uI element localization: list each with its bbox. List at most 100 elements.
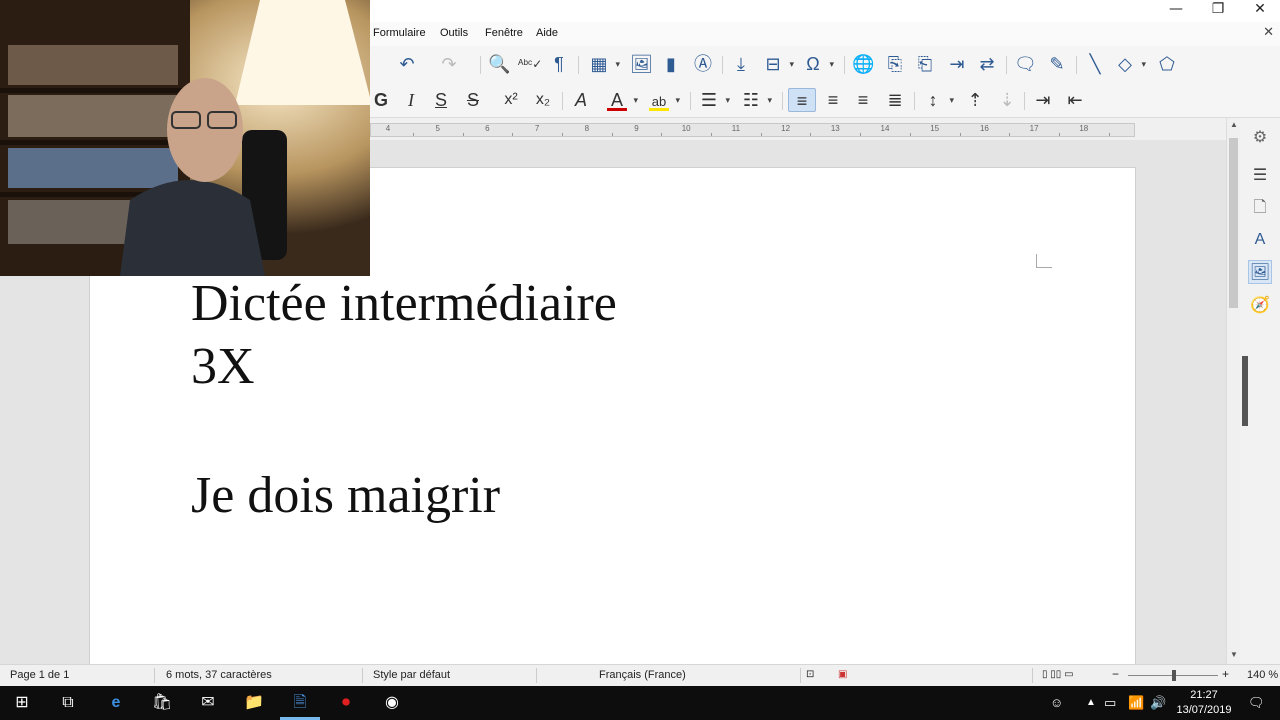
ruler-number: 15 <box>930 124 940 133</box>
recorder-taskbar-button[interactable]: ⏺ <box>334 691 358 715</box>
insert-pagebreak-button[interactable]: ⤓ <box>730 52 752 76</box>
superscript-button[interactable]: x² <box>500 88 522 112</box>
mail-taskbar-button[interactable]: ✉ <box>196 691 220 715</box>
wifi-tray-icon[interactable]: 📶 <box>1128 695 1144 711</box>
zoom-in-button[interactable]: + <box>1222 667 1229 681</box>
scrollbar-thumb[interactable] <box>1229 138 1238 308</box>
taskbar-clock[interactable]: 21:27 13/07/2019 <box>1174 688 1234 718</box>
align-left-button[interactable]: ≡ <box>788 88 816 112</box>
justify-button[interactable]: ≣ <box>884 88 906 112</box>
document-modified-icon[interactable]: ▣ <box>838 669 847 680</box>
track-changes-button[interactable]: ✎ <box>1046 52 1068 76</box>
volume-tray-icon[interactable]: 🔊 <box>1150 695 1166 711</box>
basic-shapes-button[interactable]: ◇ <box>1114 52 1146 76</box>
show-hidden-icons-button[interactable]: ▲ <box>1086 697 1096 708</box>
underline-button[interactable]: S <box>430 88 452 112</box>
find-replace-button[interactable]: 🔍 <box>488 52 510 76</box>
formatting-marks-button[interactable]: ¶ <box>548 52 570 76</box>
align-right-button[interactable]: ≡ <box>852 88 874 112</box>
increase-indent-button[interactable]: ⇥ <box>1032 88 1054 112</box>
menu-aide[interactable]: Aide <box>536 27 558 39</box>
sidebar-collapse-handle[interactable] <box>1242 356 1248 426</box>
page-style[interactable]: Style par défaut <box>373 669 450 681</box>
italic-icon: I <box>408 90 414 110</box>
edge-taskbar-button[interactable]: e <box>104 691 128 715</box>
clear-formatting-icon: A <box>574 90 587 110</box>
spelling-button[interactable]: ᴬᵇᶜ✓ <box>518 52 542 76</box>
italic-button[interactable]: I <box>400 88 422 112</box>
clear-formatting-button[interactable]: A <box>570 88 592 112</box>
insert-image-button[interactable]: 🖼 <box>630 52 653 76</box>
menu-formulaire[interactable]: Formulaire <box>373 27 426 39</box>
chart-icon: ▮ <box>666 54 676 74</box>
bullet-list-button[interactable]: ☰ <box>698 88 730 112</box>
language[interactable]: Français (France) <box>599 669 686 681</box>
horizontal-ruler[interactable]: 4 5 6 7 8 9 10 11 12 13 14 15 16 17 18 <box>370 123 1135 137</box>
insert-bookmark-button[interactable]: ⇥ <box>946 52 968 76</box>
vertical-scrollbar[interactable]: ▲ ▼ <box>1226 118 1240 664</box>
store-taskbar-button[interactable]: 🛍 <box>150 691 174 715</box>
battery-tray-icon[interactable]: ▭ <box>1104 695 1116 711</box>
sidebar-settings-button[interactable]: ⚙ <box>1248 126 1272 150</box>
notifications-button[interactable]: 🗨 <box>1248 695 1265 711</box>
selection-mode-icon[interactable]: ⊡ <box>806 669 814 680</box>
minimize-button[interactable]: — <box>1154 0 1198 20</box>
bookmark-icon: ⇥ <box>949 54 965 74</box>
chrome-taskbar-button[interactable]: ◉ <box>380 691 404 715</box>
numbered-list-button[interactable]: ☷ <box>740 88 772 112</box>
decrease-paragraph-spacing-button[interactable]: ⇣ <box>996 88 1018 112</box>
zoom-out-button[interactable]: − <box>1112 667 1119 681</box>
insert-special-char-button[interactable]: Ω <box>802 52 834 76</box>
insert-footnote-button[interactable]: ⎘ <box>884 52 906 76</box>
subscript-button[interactable]: x₂ <box>532 88 554 112</box>
increase-paragraph-spacing-button[interactable]: ⇡ <box>964 88 986 112</box>
maximize-button[interactable]: ❐ <box>1196 0 1240 20</box>
insert-textbox-button[interactable]: Ⓐ <box>692 52 714 76</box>
sidebar-navigator-button[interactable]: 🧭 <box>1248 294 1272 318</box>
font-color-icon: A <box>610 90 623 110</box>
insert-field-button[interactable]: ⊟ <box>762 52 794 76</box>
scroll-down-arrow[interactable]: ▼ <box>1227 650 1241 659</box>
explorer-taskbar-button[interactable]: 📁 <box>242 691 266 715</box>
document-line-3[interactable]: Je dois maigrir <box>191 466 500 526</box>
document-line-2[interactable]: 3X <box>191 337 255 397</box>
scroll-up-arrow[interactable]: ▲ <box>1227 120 1241 129</box>
ruler-number: 9 <box>634 124 639 133</box>
draw-functions-button[interactable]: ⬠ <box>1156 52 1178 76</box>
task-view-button[interactable]: ⧉ <box>56 691 80 715</box>
bold-button[interactable]: G <box>370 88 392 112</box>
people-tray-icon[interactable]: ☺ <box>1050 695 1063 710</box>
insert-endnote-button[interactable]: ⎗ <box>914 52 936 76</box>
sidebar-page-button[interactable]: 🗋 <box>1248 196 1272 220</box>
highlight-button[interactable]: ab <box>648 88 680 112</box>
sidebar-properties-button[interactable]: ☰ <box>1248 164 1272 188</box>
close-document-button[interactable]: ✕ <box>1263 24 1274 40</box>
word-count[interactable]: 6 mots, 37 caractères <box>166 669 272 681</box>
menu-outils[interactable]: Outils <box>440 27 468 39</box>
align-center-button[interactable]: ≡ <box>822 88 844 112</box>
zoom-slider-knob[interactable] <box>1172 670 1176 681</box>
start-button[interactable]: ⊞ <box>10 691 34 715</box>
writer-taskbar-button[interactable]: 🗎 <box>288 691 312 715</box>
insert-table-button[interactable]: ▦ <box>588 52 620 76</box>
font-color-button[interactable]: A <box>606 88 638 112</box>
insert-comment-button[interactable]: 🗨 <box>1014 52 1037 76</box>
zoom-percentage[interactable]: 140 % <box>1247 669 1278 681</box>
menu-fenetre[interactable]: Fenêtre <box>485 27 523 39</box>
page-count[interactable]: Page 1 de 1 <box>10 669 69 681</box>
decrease-indent-button[interactable]: ⇤ <box>1064 88 1086 112</box>
strikethrough-button[interactable]: S <box>462 88 484 112</box>
undo-button[interactable]: ↶ <box>396 52 418 76</box>
insert-chart-button[interactable]: ▮ <box>660 52 682 76</box>
insert-hyperlink-button[interactable]: 🌐 <box>852 52 874 76</box>
insert-line-button[interactable]: ╲ <box>1084 52 1106 76</box>
document-line-1[interactable]: Dictée intermédiaire <box>191 274 617 334</box>
redo-button[interactable]: ↷ <box>438 52 460 76</box>
insert-crossref-button[interactable]: ⇄ <box>976 52 998 76</box>
line-spacing-button[interactable]: ↕ <box>922 88 955 112</box>
sidebar-styles-button[interactable]: A <box>1248 228 1272 252</box>
sidebar: ⚙ ☰ 🗋 A 🖼 🧭 <box>1240 118 1280 664</box>
close-window-button[interactable]: ✕ <box>1238 0 1280 20</box>
view-layout-icons[interactable]: ▯ ▯▯ ▭ <box>1042 669 1074 680</box>
sidebar-gallery-button[interactable]: 🖼 <box>1248 260 1272 284</box>
